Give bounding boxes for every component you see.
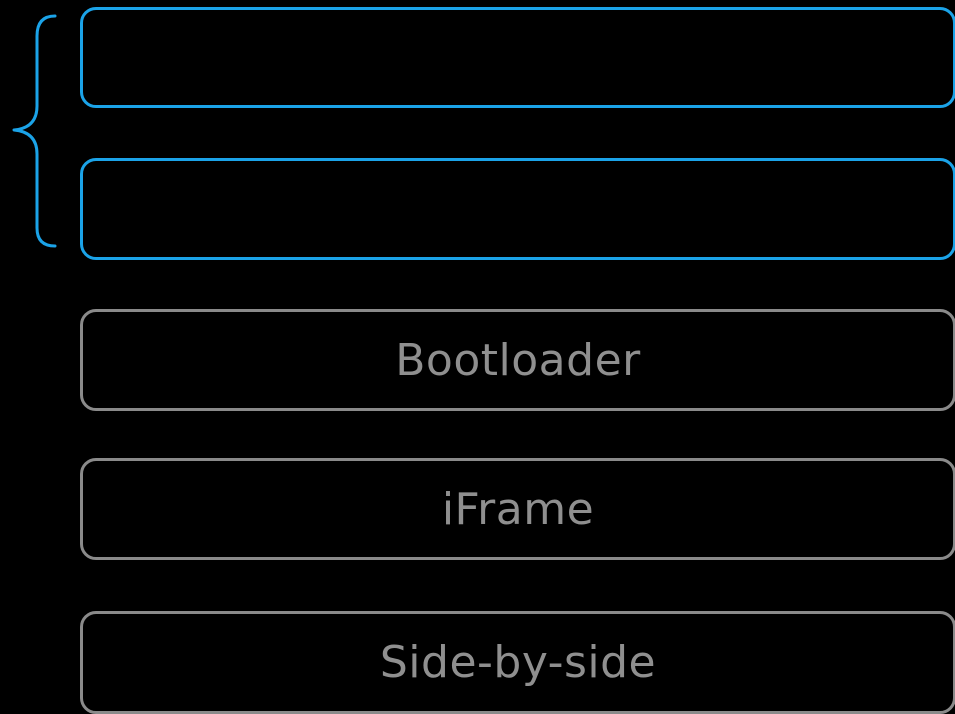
box-label: Bootloader: [395, 334, 641, 386]
box-label: iFrame: [441, 483, 595, 535]
grouping-brace-icon: [12, 14, 57, 248]
side-by-side-box: Side-by-side: [80, 611, 955, 714]
highlighted-layer-box-1: [80, 7, 955, 108]
highlighted-layer-box-2: [80, 158, 955, 260]
iframe-box: iFrame: [80, 458, 955, 560]
layer-diagram: Bootloader iFrame Side-by-side: [0, 0, 955, 714]
box-label: Side-by-side: [379, 637, 657, 688]
bootloader-box: Bootloader: [80, 309, 955, 411]
